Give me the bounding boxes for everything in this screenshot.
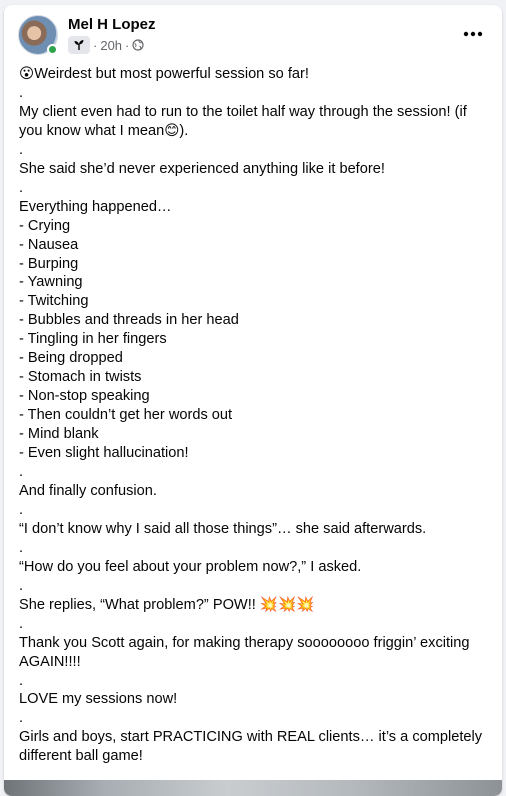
sprout-icon[interactable] [68, 36, 90, 54]
more-options-icon[interactable] [458, 19, 488, 49]
meta-separator: · [93, 37, 98, 53]
globe-icon[interactable] [132, 39, 144, 51]
post-card: Mel H Lopez · 20h · 😮Weirdest but most p… [4, 5, 502, 796]
meta-separator-2: · [125, 37, 130, 53]
post-time[interactable]: 20h [100, 38, 122, 53]
post-body-text: 😮Weirdest but most powerful session so f… [19, 66, 483, 765]
author-name[interactable]: Mel H Lopez [68, 16, 156, 33]
post-meta: · 20h · [68, 36, 144, 54]
post-header: Mel H Lopez · 20h · [18, 15, 488, 57]
post-image-preview[interactable] [4, 780, 502, 796]
online-status-dot [47, 44, 58, 55]
